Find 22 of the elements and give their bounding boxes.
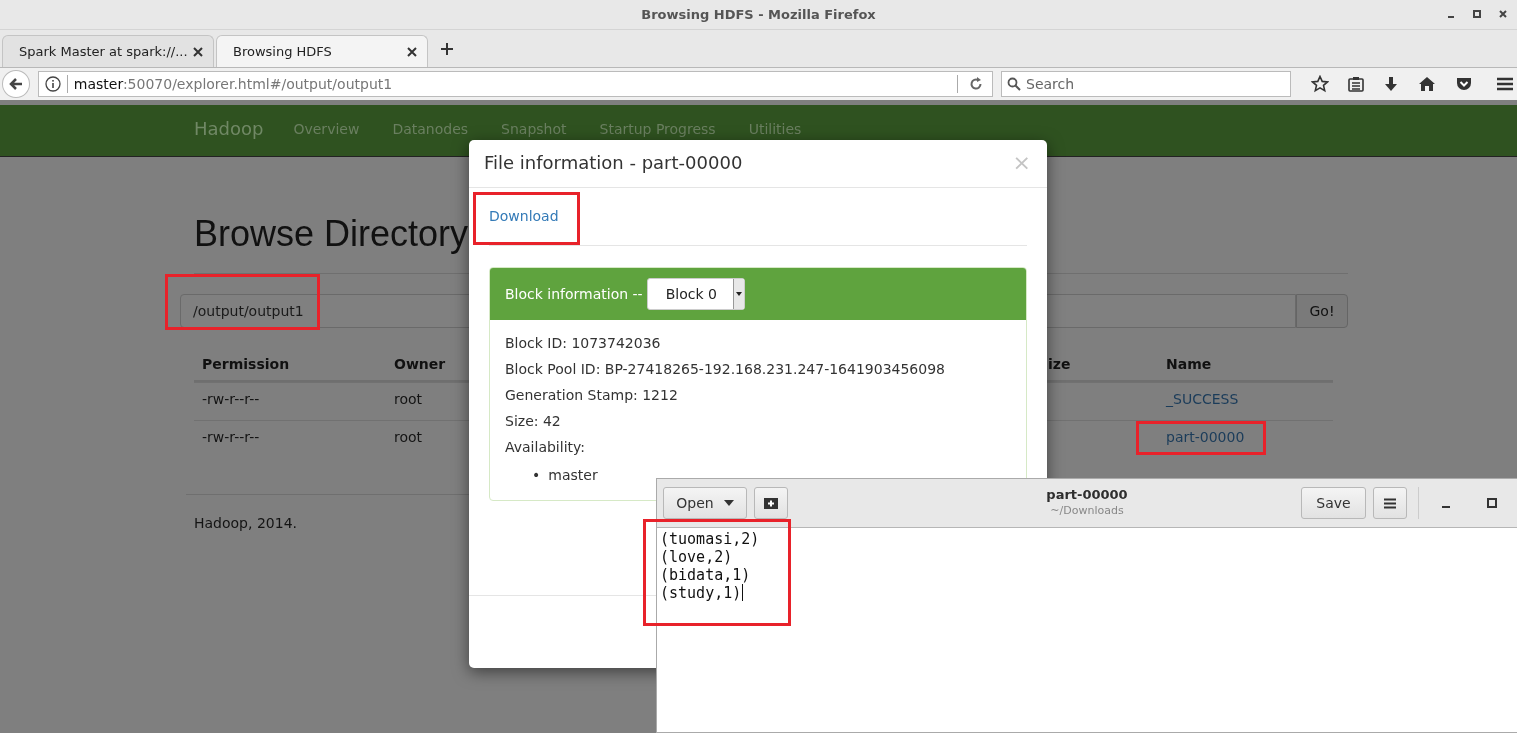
detail-text: Generation Stamp: 1212 — [505, 387, 679, 403]
text-line: (study,1) — [660, 584, 745, 602]
text-line: (tuomasi,2) — [660, 530, 760, 548]
page-heading: Browse Directory — [194, 213, 469, 255]
column-header: Name — [1158, 348, 1333, 382]
text-line: (bidata,1) — [660, 566, 752, 584]
location-item: master — [548, 466, 598, 485]
url-text: master:50070/explorer.html#/output/output1 — [73, 76, 393, 92]
detail-text: Availability: — [505, 439, 586, 455]
table-cell: -rw-r--r-- — [194, 382, 386, 420]
text-line: (love,2) — [660, 548, 734, 566]
footer-text: Hadoop, 2014. — [194, 515, 298, 531]
panel-title: Block information -- — [505, 286, 643, 302]
detail-text: Block Pool ID: BP-27418265-192.168.231.247-1641903456098 — [505, 361, 946, 377]
list-bullet: • — [532, 466, 541, 485]
document-path: ~/Downloads — [1050, 504, 1124, 517]
detail-text: Block ID: 1073742036 — [505, 335, 662, 351]
modal-title: File information - part-00000 — [484, 152, 743, 173]
window-title: Browsing HDFS - Mozilla Firefox — [641, 7, 876, 22]
table-cell: -rw-r--r-- — [194, 420, 386, 458]
column-header: Permission — [194, 348, 386, 382]
document-title: part-00000 — [1046, 487, 1128, 502]
